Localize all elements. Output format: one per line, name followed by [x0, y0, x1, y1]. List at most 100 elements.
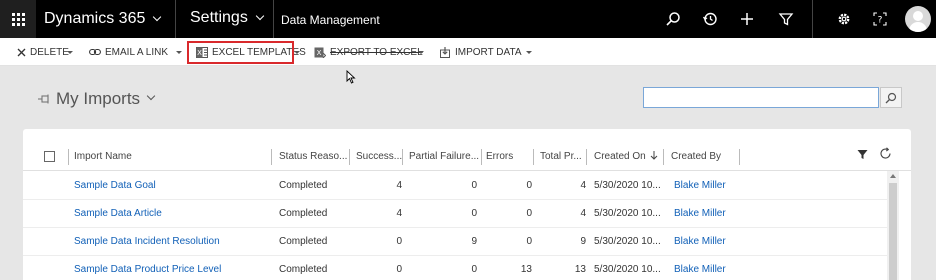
close-icon	[17, 48, 26, 57]
column-header-status-reason[interactable]: Status Reaso...	[279, 143, 347, 171]
scroll-up-icon[interactable]	[890, 174, 896, 178]
nav-divider	[175, 0, 176, 38]
column-header-created-by[interactable]: Created By	[671, 143, 721, 171]
delete-dropdown-caret[interactable]	[67, 51, 73, 54]
errors-cell: 13	[520, 264, 532, 275]
email-a-link-button[interactable]: EMAIL A LINK	[89, 38, 168, 66]
chevron-down-icon	[146, 91, 156, 101]
plus-icon[interactable]	[739, 11, 755, 27]
pin-icon[interactable]	[38, 94, 50, 104]
successes-cell: 4	[396, 180, 402, 191]
export-to-excel-label: EXPORT TO EXCEL	[330, 46, 423, 58]
filter-icon[interactable]	[857, 144, 868, 172]
view-title: My Imports	[56, 89, 141, 108]
nav-divider	[273, 0, 274, 38]
column-separator	[533, 149, 534, 165]
column-separator	[271, 149, 272, 165]
avatar[interactable]	[905, 6, 931, 32]
import-dropdown-caret[interactable]	[526, 51, 532, 54]
column-separator	[402, 149, 403, 165]
refresh-icon[interactable]	[879, 144, 892, 172]
grid-header: Import Name Status Reaso... Success... P…	[23, 143, 911, 171]
chevron-down-icon	[153, 12, 162, 22]
import-data-button[interactable]: IMPORT DATA	[440, 38, 522, 66]
import-name-link[interactable]: Sample Data Article	[74, 200, 162, 228]
column-separator	[586, 149, 587, 165]
link-icon	[89, 48, 101, 56]
table-row[interactable]: Sample Data Product Price Level Completed…	[23, 256, 887, 280]
filter-icon[interactable]	[778, 11, 794, 27]
email-a-link-label: EMAIL A LINK	[105, 46, 168, 58]
errors-cell: 0	[526, 180, 532, 191]
created-by-link[interactable]: Blake Miller	[674, 228, 726, 256]
created-by-link[interactable]: Blake Miller	[674, 256, 726, 280]
breadcrumb[interactable]: Data Management	[281, 13, 380, 27]
excel-templates-dropdown-caret[interactable]	[294, 51, 300, 54]
column-header-import-name[interactable]: Import Name	[74, 143, 132, 171]
help-icon[interactable]: ?	[872, 11, 888, 27]
created-by-link[interactable]: Blake Miller	[674, 200, 726, 228]
export-dropdown-caret[interactable]	[418, 51, 424, 54]
import-icon	[440, 46, 451, 58]
partial-failures-cell: 0	[471, 208, 477, 219]
scrollbar-thumb[interactable]	[889, 183, 897, 280]
email-dropdown-caret[interactable]	[176, 51, 182, 54]
highlight-box	[187, 41, 294, 64]
gear-icon[interactable]	[836, 11, 852, 27]
delete-label: DELETE	[30, 46, 69, 58]
status-reason-cell: Completed	[279, 236, 328, 247]
total-processed-cell: 4	[580, 208, 586, 219]
search-button[interactable]	[880, 87, 902, 108]
successes-cell: 0	[396, 264, 402, 275]
app-switcher[interactable]: Dynamics 365	[44, 10, 162, 28]
created-on-label: Created On	[594, 151, 646, 162]
column-separator	[68, 149, 69, 165]
successes-cell: 4	[396, 208, 402, 219]
view-selector[interactable]: My Imports	[38, 89, 156, 109]
table-row[interactable]: Sample Data Incident Resolution Completed…	[23, 228, 887, 256]
mouse-cursor-icon	[346, 69, 356, 89]
import-name-link[interactable]: Sample Data Product Price Level	[74, 256, 221, 280]
created-on-cell: 5/30/2020 10...	[594, 180, 661, 191]
column-header-total-processed[interactable]: Total Pr...	[540, 143, 582, 171]
column-separator	[349, 149, 350, 165]
total-processed-cell: 13	[574, 264, 586, 275]
column-header-partial-failures[interactable]: Partial Failure...	[409, 143, 479, 171]
select-all-checkbox[interactable]	[44, 151, 55, 162]
column-separator	[663, 149, 664, 165]
partial-failures-cell: 9	[471, 236, 477, 247]
vertical-scrollbar[interactable]	[887, 171, 899, 280]
errors-cell: 0	[526, 208, 532, 219]
top-nav-bar: Dynamics 365 Settings Data Management ?	[0, 0, 936, 38]
search-input[interactable]	[643, 87, 879, 108]
partial-failures-cell: 0	[471, 264, 477, 275]
import-name-link[interactable]: Sample Data Goal	[74, 172, 156, 200]
errors-cell: 0	[526, 236, 532, 247]
table-row[interactable]: Sample Data Article Completed 4 0 0 4 5/30/202…	[23, 200, 887, 228]
column-separator	[481, 149, 482, 165]
status-reason-cell: Completed	[279, 208, 328, 219]
sort-descending-icon	[651, 151, 658, 160]
created-on-cell: 5/30/2020 10...	[594, 208, 661, 219]
export-excel-icon: X	[314, 47, 326, 58]
table-row[interactable]: Sample Data Goal Completed 4 0 0 4 5/30/2020 1…	[23, 172, 887, 200]
column-header-errors[interactable]: Errors	[486, 143, 513, 171]
column-header-successes[interactable]: Success...	[356, 143, 402, 171]
area-switcher[interactable]: Settings	[190, 9, 265, 27]
search-icon[interactable]	[665, 11, 681, 27]
delete-button[interactable]: DELETE	[17, 38, 69, 66]
chevron-down-icon	[255, 11, 265, 21]
app-title: Dynamics 365	[44, 10, 146, 27]
area-title: Settings	[190, 9, 248, 26]
column-header-created-on[interactable]: Created On	[594, 143, 658, 171]
export-to-excel-button[interactable]: X EXPORT TO EXCEL	[314, 38, 423, 66]
nav-divider	[812, 0, 813, 38]
svg-text:X: X	[317, 49, 322, 57]
app-launcher-icon[interactable]	[0, 0, 36, 38]
recent-history-icon[interactable]	[702, 11, 718, 27]
status-reason-cell: Completed	[279, 180, 328, 191]
created-by-link[interactable]: Blake Miller	[674, 172, 726, 200]
command-bar: DELETE EMAIL A LINK X EXCEL TEMPLATES X …	[0, 38, 936, 66]
svg-text:?: ?	[878, 16, 883, 26]
import-name-link[interactable]: Sample Data Incident Resolution	[74, 228, 220, 256]
